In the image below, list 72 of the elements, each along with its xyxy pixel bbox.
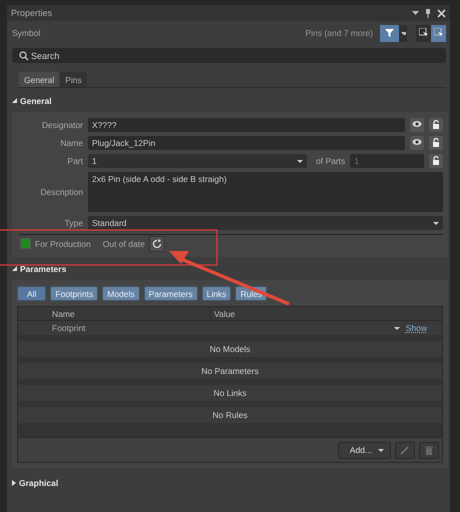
field-label: of Parts [316,156,346,166]
caret-icon [297,160,303,162]
field-label: Description [39,187,83,197]
section-header[interactable]: Parameters [12,263,450,274]
search-icon [19,50,29,60]
cursor-icon [434,28,444,38]
add-button[interactable]: Add... [338,442,391,458]
status-text: Out of date [102,238,145,248]
refresh-icon [152,238,162,248]
expanded-icon [12,98,17,103]
column-header: Name [52,308,76,318]
table-cell-text: Footprint [52,323,87,333]
text-field[interactable]: 1 [350,154,424,168]
cursor-icon [418,28,428,38]
filter-button[interactable] [380,24,399,42]
caret-icon [378,448,384,452]
section-header[interactable]: Graphical [12,477,450,488]
lock-button[interactable] [429,136,443,150]
caret-icon [394,326,400,330]
refresh-button[interactable] [148,236,165,252]
expanded-icon [12,266,17,271]
tab[interactable]: Pins [60,72,87,87]
status-label: For Production [35,238,91,248]
edit-button[interactable] [395,442,415,458]
trash-icon [424,445,434,455]
text-field[interactable]: X???? [88,118,405,132]
pin-icon [424,8,432,18]
field-label: Type [64,218,83,228]
column-header: Value [210,308,442,318]
filter-summary: Pins (and 7 more) [305,28,373,38]
filter-toggle[interactable]: Links [202,286,232,301]
eye-icon [412,120,422,130]
field-label: Name [59,138,83,148]
filter-toggle[interactable]: Footprints [50,286,98,301]
empty-group-message: No Rules [18,407,442,423]
select-button[interactable] [416,24,431,42]
filter-toggle[interactable]: All [17,286,46,301]
empty-group-message: No Parameters [18,363,442,379]
filter-icon [385,29,394,37]
close-icon[interactable] [437,8,446,18]
lock-icon [431,120,441,130]
text-field[interactable]: Plug/Jack_12Pin [88,136,405,150]
empty-group-message: No Links [18,385,442,401]
lock-icon [431,138,441,148]
eye-icon [412,138,422,148]
lock-icon [431,156,441,166]
field-label: Designator [40,120,83,130]
lock-button[interactable] [429,154,443,168]
part-dropdown[interactable]: 1 [88,154,307,168]
visibility-button[interactable] [410,118,424,132]
lock-button[interactable] [429,118,443,132]
pencil-icon [400,445,410,455]
type-dropdown[interactable]: Standard [88,216,443,230]
filter-toggle[interactable]: Parameters [144,286,198,301]
caret-icon [433,222,439,224]
section-header[interactable]: General [12,95,450,106]
delete-button[interactable] [419,442,439,458]
field-label: Part [66,156,83,166]
select-button[interactable] [431,24,446,42]
tab[interactable]: General [19,72,60,87]
search-field[interactable]: Search [12,48,446,63]
show-link[interactable]: Show [406,323,427,333]
collapsed-icon [12,480,16,486]
panel-title: Properties [11,8,54,18]
filter-toggle[interactable]: Models [102,286,140,301]
dropdown-icon [412,10,419,16]
object-type-label: Symbol [12,28,42,38]
empty-group-message: No Models [18,341,442,357]
filter-dropdown-button[interactable] [399,24,407,42]
visibility-button[interactable] [410,136,424,150]
text-area[interactable]: 2x6 Pin (side A odd - side B straigh) [88,172,443,212]
caret-icon [400,32,406,34]
